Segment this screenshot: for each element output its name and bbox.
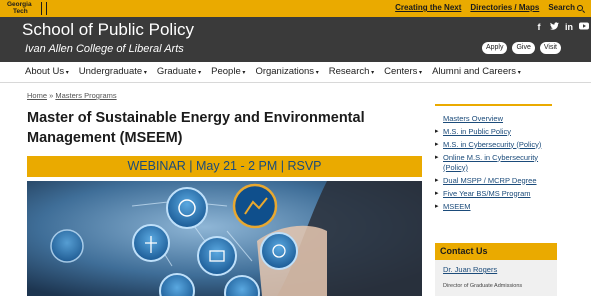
contact-card: Dr. Juan Rogers Director of Graduate Adm…: [435, 260, 557, 296]
youtube-icon[interactable]: [579, 22, 589, 32]
contact-role: Director of Graduate Admissions: [443, 283, 523, 289]
breadcrumb-separator: »: [49, 91, 54, 100]
hero-image: [27, 181, 422, 296]
search-icon: [577, 5, 583, 11]
social-links: f in: [534, 22, 589, 32]
sidebar-item-five-year-bs-ms[interactable]: Five Year BS/MS Program: [435, 187, 555, 200]
sidebar-item-label: M.S. in Cybersecurity (Policy): [443, 139, 542, 149]
sidebar-item-label: Online M.S. in Cybersecurity (Policy): [443, 152, 539, 172]
sidebar-item-ms-cybersecurity[interactable]: M.S. in Cybersecurity (Policy): [435, 138, 555, 151]
facebook-icon[interactable]: f: [534, 22, 544, 32]
linkedin-icon[interactable]: in: [564, 22, 574, 32]
nav-item-alumni-careers[interactable]: Alumni and Careers: [432, 66, 521, 77]
twitter-icon[interactable]: [549, 22, 559, 32]
sidebar-divider: [435, 104, 552, 106]
nav-item-people[interactable]: People: [211, 66, 245, 77]
logo-mark-icon: [41, 2, 47, 15]
breadcrumb-home[interactable]: Home: [27, 91, 47, 100]
nav-item-graduate[interactable]: Graduate: [157, 66, 201, 77]
site-header: School of Public Policy Ivan Allen Colle…: [0, 17, 591, 62]
visit-button[interactable]: Visit: [539, 42, 561, 54]
contact-heading: Contact Us: [435, 243, 557, 260]
sidebar-item-label: MSEEM: [443, 201, 471, 211]
sidebar-item-label: Dual MSPP / MCRP Degree: [443, 175, 537, 185]
breadcrumb-current[interactable]: Masters Programs: [55, 91, 116, 100]
sidebar-item-masters-overview[interactable]: Masters Overview: [435, 112, 555, 125]
site-title[interactable]: School of Public Policy: [22, 20, 194, 40]
nav-item-about-us[interactable]: About Us: [25, 66, 69, 77]
contact-name-link[interactable]: Dr. Juan Rogers: [443, 265, 549, 274]
sidebar-item-label: Five Year BS/MS Program: [443, 188, 531, 198]
nav-item-centers[interactable]: Centers: [384, 66, 422, 77]
top-utility-bar: Georgia Tech Creating the Next Directori…: [0, 0, 591, 17]
sidebar-item-dual-mspp-mcrp[interactable]: Dual MSPP / MCRP Degree: [435, 174, 555, 187]
give-button[interactable]: Give: [512, 42, 535, 54]
main-navigation: About Us Undergraduate Graduate People O…: [0, 62, 591, 83]
page-title: Master of Sustainable Energy and Environ…: [27, 110, 365, 146]
link-directories-maps[interactable]: Directories / Maps: [470, 3, 539, 12]
search-link[interactable]: Search: [548, 3, 583, 12]
site-subtitle[interactable]: Ivan Allen College of Liberal Arts: [25, 43, 184, 55]
sidebar-item-online-ms-cybersecurity[interactable]: Online M.S. in Cybersecurity (Policy): [435, 151, 555, 174]
utility-links: Creating the Next Directories / Maps Sea…: [395, 3, 583, 12]
search-label: Search: [548, 3, 575, 12]
sidebar-menu: Masters Overview M.S. in Public Policy M…: [435, 112, 555, 213]
header-action-buttons: Apply Give Visit: [481, 42, 561, 54]
sidebar-item-label: Masters Overview: [443, 113, 504, 123]
nav-item-research[interactable]: Research: [329, 66, 374, 77]
breadcrumb: Home » Masters Programs: [27, 91, 117, 100]
georgia-tech-logo[interactable]: Georgia Tech: [7, 1, 47, 16]
webinar-banner[interactable]: WEBINAR | May 21 - 2 PM | RSVP: [27, 156, 422, 177]
sidebar-item-mseem[interactable]: MSEEM: [435, 200, 555, 213]
nav-item-organizations[interactable]: Organizations: [255, 66, 318, 77]
sidebar-item-label: M.S. in Public Policy: [443, 126, 511, 136]
nav-item-undergraduate[interactable]: Undergraduate: [79, 66, 147, 77]
logo-text-line2: Tech: [13, 8, 28, 15]
sidebar-item-ms-public-policy[interactable]: M.S. in Public Policy: [435, 125, 555, 138]
link-creating-the-next[interactable]: Creating the Next: [395, 3, 461, 12]
apply-button[interactable]: Apply: [481, 42, 508, 54]
